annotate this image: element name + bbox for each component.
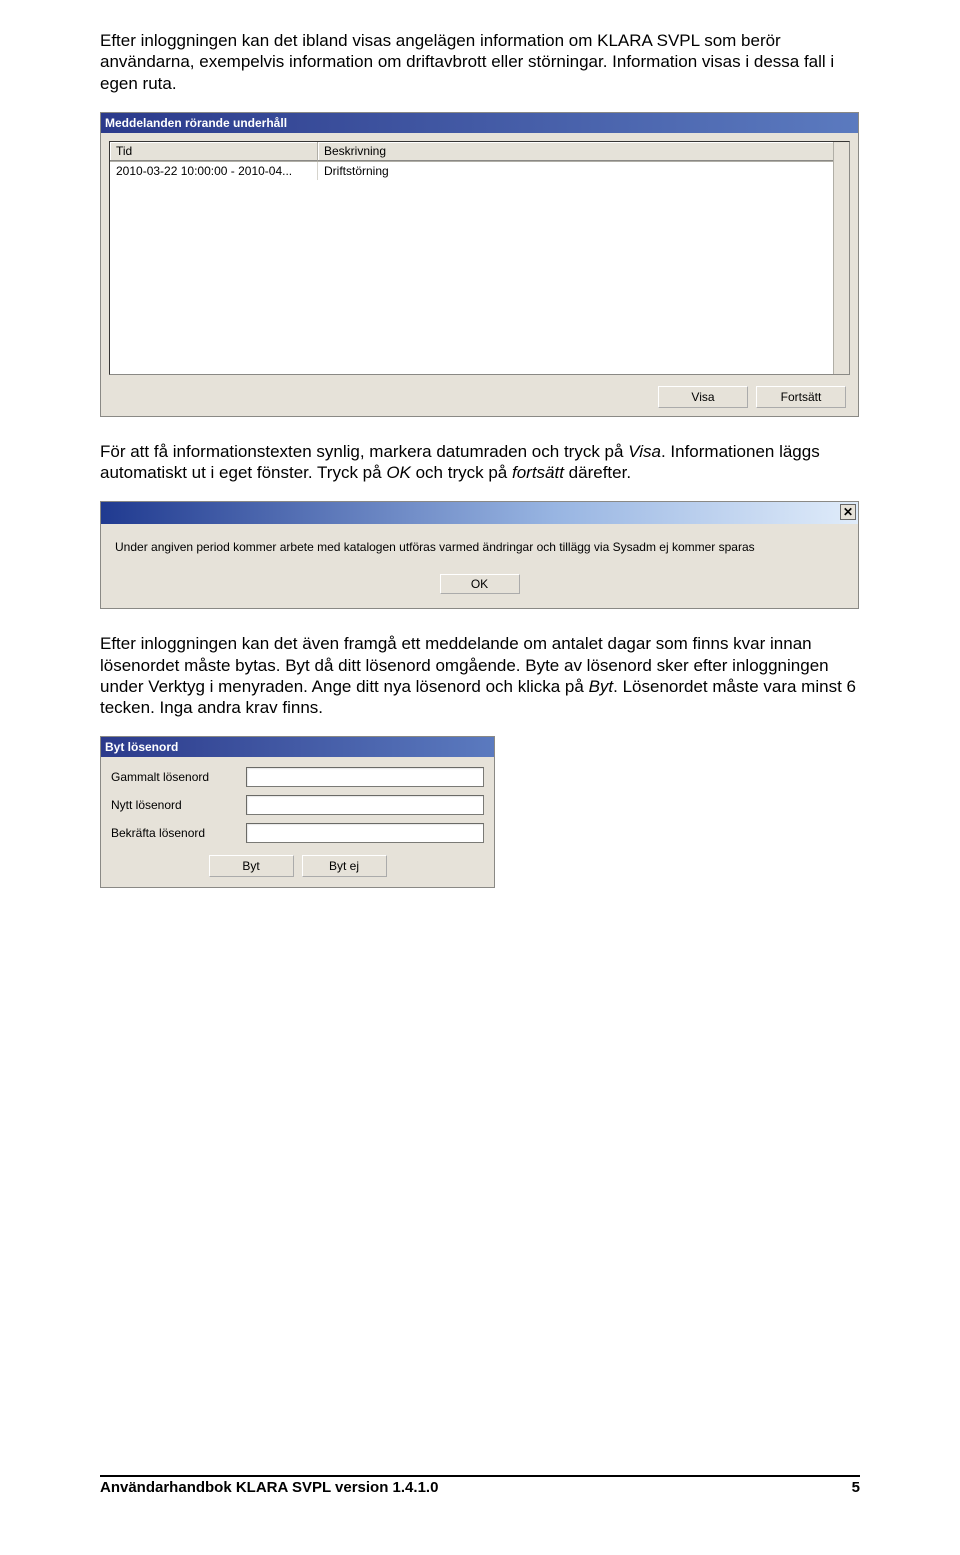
- info-dialog: ✕ Under angiven period kommer arbete med…: [100, 501, 859, 609]
- ok-button[interactable]: OK: [440, 574, 520, 594]
- page-footer: Användarhandbok KLARA SVPL version 1.4.1…: [100, 1475, 860, 1496]
- maintenance-table: Tid Beskrivning 2010-03-22 10:00:00 - 20…: [109, 141, 850, 375]
- info-dialog-titlebar: ✕: [101, 502, 858, 524]
- cell-beskrivning: Driftstörning: [318, 162, 849, 180]
- table-header-row: Tid Beskrivning: [110, 142, 849, 162]
- footer-left: Användarhandbok KLARA SVPL version 1.4.1…: [100, 1479, 438, 1496]
- change-password-title: Byt lösenord: [101, 737, 494, 757]
- col-beskrivning[interactable]: Beskrivning: [318, 142, 849, 161]
- intro-para-2: För att få informationstexten synlig, ma…: [100, 441, 860, 484]
- change-password-dialog: Byt lösenord Gammalt lösenord Nytt lösen…: [100, 736, 495, 888]
- new-password-label: Nytt lösenord: [111, 798, 246, 812]
- old-password-input[interactable]: [246, 767, 484, 787]
- intro-para-1: Efter inloggningen kan det ibland visas …: [100, 30, 860, 94]
- visa-button[interactable]: Visa: [658, 386, 748, 408]
- old-password-label: Gammalt lösenord: [111, 770, 246, 784]
- fortsatt-button[interactable]: Fortsätt: [756, 386, 846, 408]
- confirm-password-label: Bekräfta lösenord: [111, 826, 246, 840]
- maintenance-dialog-title: Meddelanden rörande underhåll: [101, 113, 858, 133]
- new-password-input[interactable]: [246, 795, 484, 815]
- maintenance-dialog: Meddelanden rörande underhåll Tid Beskri…: [100, 112, 859, 417]
- close-icon[interactable]: ✕: [840, 504, 856, 520]
- col-tid[interactable]: Tid: [110, 142, 318, 161]
- intro-para-3: Efter inloggningen kan det även framgå e…: [100, 633, 860, 718]
- cell-tid: 2010-03-22 10:00:00 - 2010-04...: [110, 162, 318, 180]
- scrollbar[interactable]: [833, 142, 849, 374]
- info-dialog-message: Under angiven period kommer arbete med k…: [101, 524, 858, 574]
- footer-page-number: 5: [852, 1479, 860, 1496]
- confirm-password-input[interactable]: [246, 823, 484, 843]
- bytej-button[interactable]: Byt ej: [302, 855, 387, 877]
- byt-button[interactable]: Byt: [209, 855, 294, 877]
- table-row[interactable]: 2010-03-22 10:00:00 - 2010-04... Driftst…: [110, 162, 849, 180]
